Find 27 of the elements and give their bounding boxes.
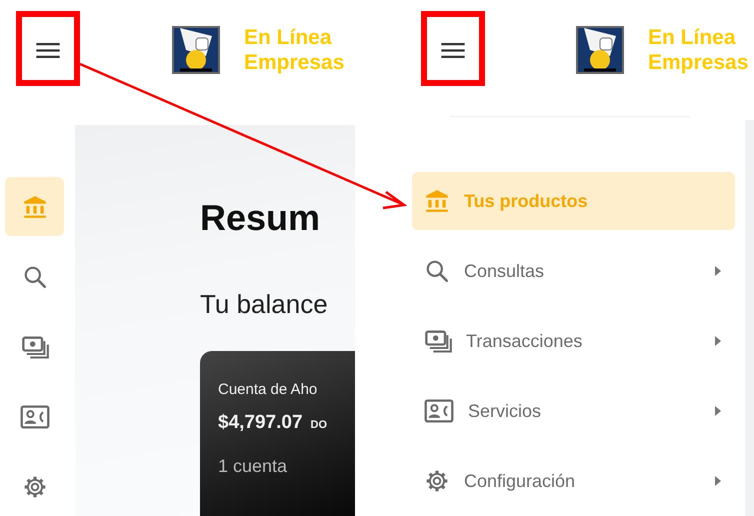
bank-icon	[424, 188, 450, 214]
brand-name: Empresas	[648, 50, 748, 75]
account-balance: $4,797.07	[218, 412, 303, 434]
page-title: Resum	[200, 197, 322, 239]
settings-icon	[22, 474, 48, 500]
section-title: Tu balance	[200, 289, 329, 319]
logo-icon	[172, 26, 220, 74]
settings-icon	[424, 468, 450, 494]
logo-icon	[576, 26, 624, 74]
menu-item[interactable]: Servicios	[412, 382, 735, 440]
brand-name: En Línea	[244, 25, 333, 50]
account-name: Cuenta de Aho	[218, 381, 318, 398]
menu-item[interactable]: Configuración	[412, 452, 735, 510]
menu-icon	[440, 42, 466, 58]
menu-item[interactable]: Transacciones	[412, 312, 735, 370]
currency-label: DO	[310, 419, 328, 431]
brand-name: Empresas	[244, 50, 344, 75]
bank-icon	[22, 194, 48, 220]
search-icon	[424, 258, 450, 284]
menu-item[interactable]: Consultas	[412, 242, 735, 300]
search-icon	[22, 264, 48, 290]
account-card[interactable]: Cuenta de Aho $4,797.07 DO 1 cuenta	[200, 351, 355, 516]
account-count: 1 cuenta	[218, 456, 288, 477]
brand-name: En Línea	[648, 25, 737, 50]
menu-icon	[35, 42, 61, 58]
contact-card-icon	[424, 397, 454, 425]
contact-card-icon	[20, 402, 50, 430]
